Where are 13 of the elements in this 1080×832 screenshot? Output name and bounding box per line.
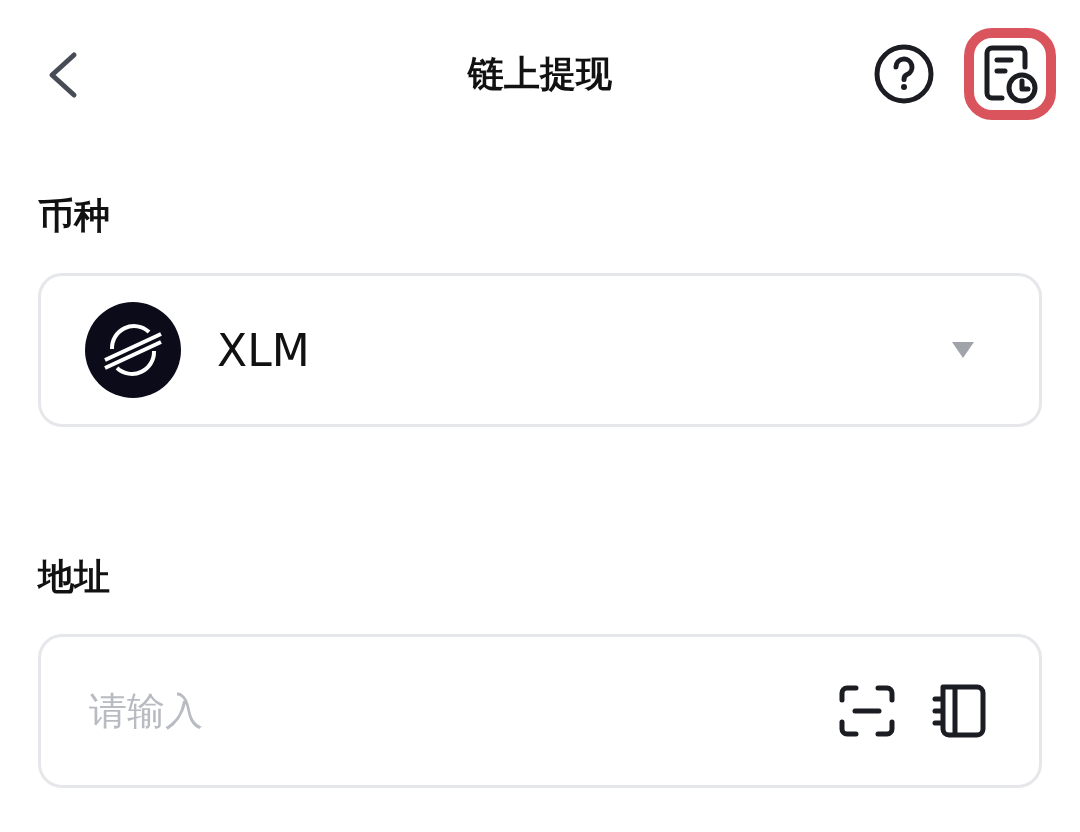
page-title: 链上提现	[468, 52, 612, 96]
address-input[interactable]: 请输入	[87, 688, 803, 734]
coin-logo-icon	[85, 302, 181, 398]
address-book-icon[interactable]	[931, 683, 987, 739]
address-label: 地址	[38, 555, 111, 599]
help-icon	[874, 44, 934, 104]
dropdown-caret-icon	[951, 341, 975, 359]
coin-name: XLM	[217, 324, 311, 376]
coin-label: 币种	[38, 194, 111, 238]
coin-select[interactable]: XLM	[38, 273, 1042, 427]
help-button[interactable]	[874, 44, 934, 104]
scan-icon[interactable]	[839, 685, 895, 737]
history-button[interactable]	[964, 28, 1056, 120]
